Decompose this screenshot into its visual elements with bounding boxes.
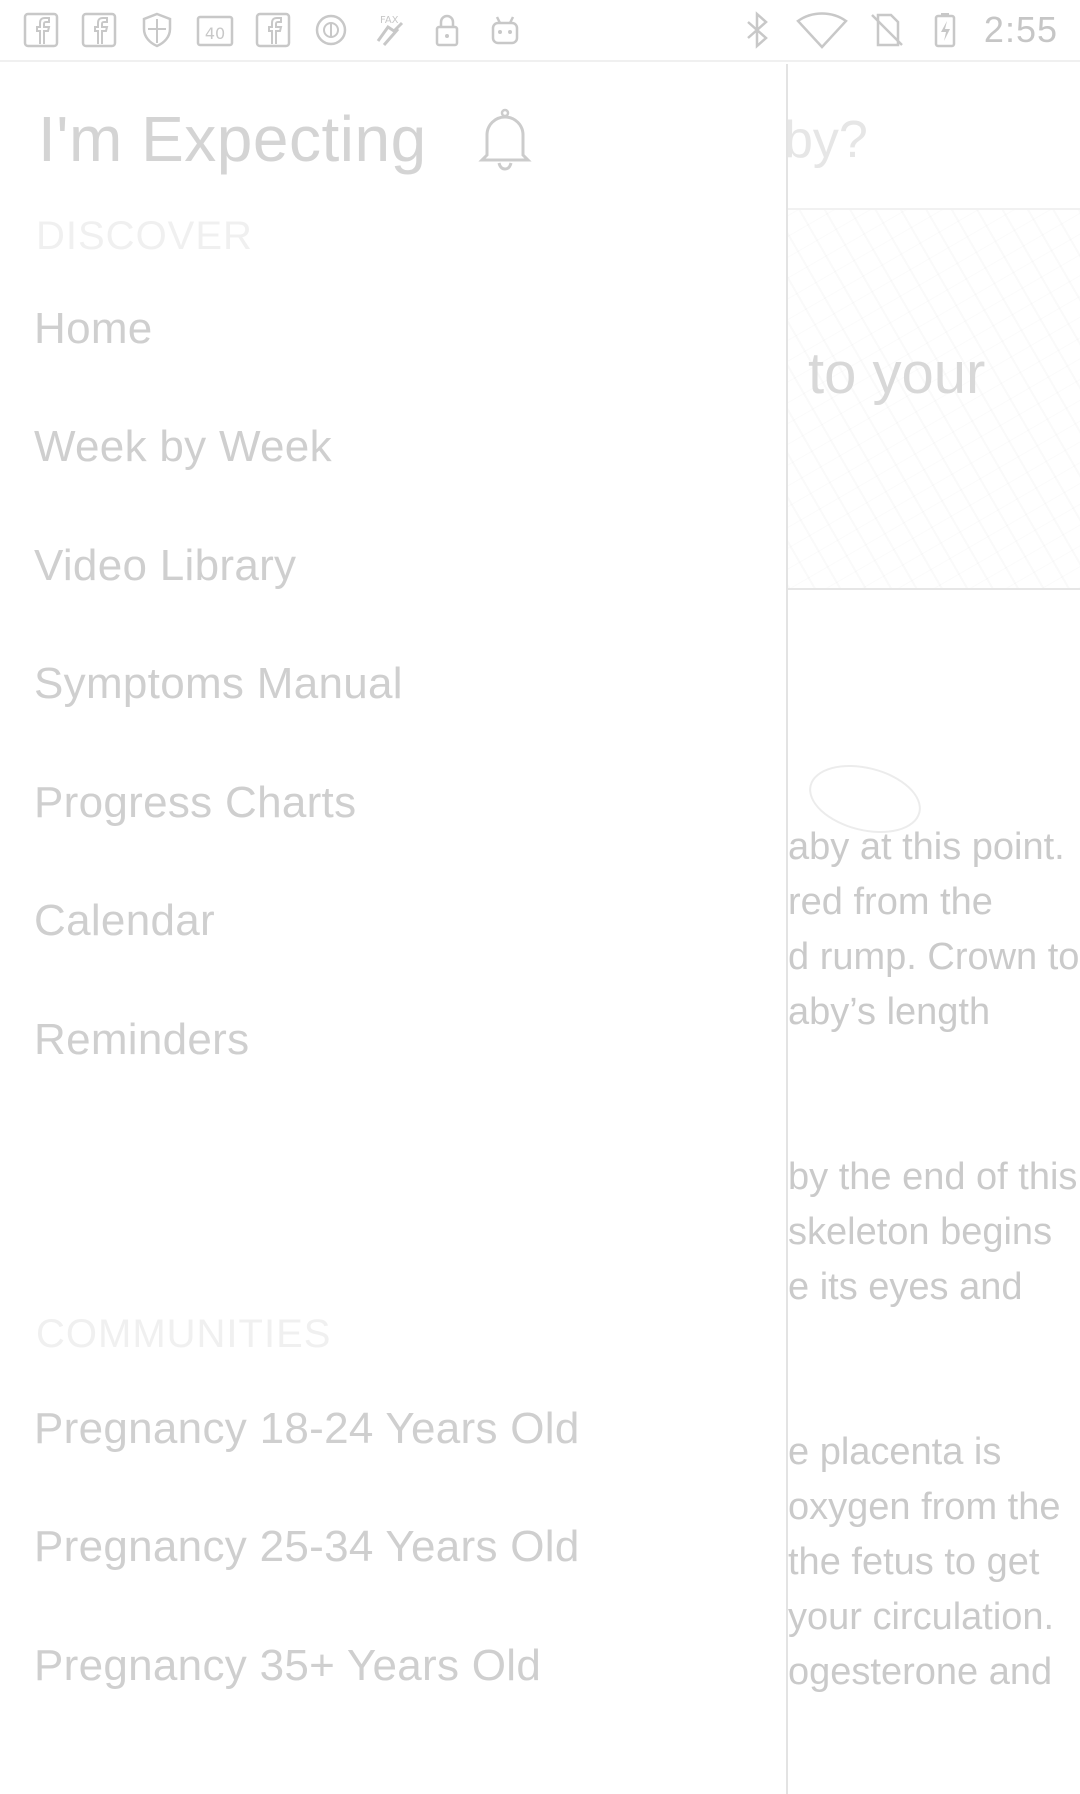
text-line: red from the <box>788 881 993 923</box>
text-line: e its eyes and <box>788 1266 1023 1308</box>
background-paragraph: aby at this point. red from the d rump. … <box>788 820 1079 1040</box>
text-line: skeleton begins <box>788 1211 1053 1253</box>
background-page: by? to your aby at this point. red from … <box>788 62 1080 1794</box>
nav-item-home[interactable]: Home <box>34 304 153 354</box>
battery-charging-icon <box>926 11 964 49</box>
svg-text:40: 40 <box>205 24 225 43</box>
text-line: ogesterone and <box>788 1651 1053 1693</box>
notification-bell-icon[interactable] <box>469 103 541 175</box>
facebook-icon <box>22 11 60 49</box>
text-line: aby at this point. <box>788 826 1065 868</box>
text-line: your circulation. <box>788 1596 1055 1638</box>
background-paragraph: e placenta is oxygen from the the fetus … <box>788 1425 1060 1700</box>
no-sim-icon <box>868 11 906 49</box>
fax-icon: FAX <box>370 11 408 49</box>
nav-item-pregnancy-25-34[interactable]: Pregnancy 25-34 Years Old <box>34 1522 580 1572</box>
nav-item-pregnancy-35-plus[interactable]: Pregnancy 35+ Years Old <box>34 1641 541 1691</box>
wifi-icon <box>796 11 848 49</box>
calendar-40-icon: 40 <box>196 11 234 49</box>
background-paragraph: by the end of this skeleton begins e its… <box>788 1150 1077 1315</box>
navigation-drawer: I'm Expecting DISCOVER Home Week by Week… <box>0 64 788 1794</box>
nav-item-calendar[interactable]: Calendar <box>34 896 215 946</box>
nav-item-progress-charts[interactable]: Progress Charts <box>34 778 356 828</box>
lock-icon <box>428 11 466 49</box>
nav-item-pregnancy-18-24[interactable]: Pregnancy 18-24 Years Old <box>34 1404 580 1454</box>
background-hero-text: to your <box>808 341 986 406</box>
shield-icon <box>138 11 176 49</box>
text-line: the fetus to get <box>788 1541 1040 1583</box>
target-icon <box>312 11 350 49</box>
drawer-header: I'm Expecting <box>38 102 541 176</box>
status-bar: 40 FAX 2:55 <box>0 0 1080 62</box>
clock-time: 2:55 <box>983 9 1058 50</box>
nav-item-symptoms-manual[interactable]: Symptoms Manual <box>34 659 403 709</box>
section-label-discover: DISCOVER <box>36 214 253 258</box>
notification-icons: 40 FAX <box>22 11 524 49</box>
section-label-communities: COMMUNITIES <box>36 1312 332 1356</box>
facebook-icon <box>80 11 118 49</box>
text-line: e placenta is <box>788 1431 1002 1473</box>
text-line: d rump. Crown to <box>788 936 1080 978</box>
background-hero-banner: to your <box>788 208 1080 590</box>
nav-item-reminders[interactable]: Reminders <box>34 1015 249 1065</box>
nav-item-week-by-week[interactable]: Week by Week <box>34 422 332 472</box>
background-page-title: by? <box>788 111 868 169</box>
system-icons: 2:55 <box>738 9 1058 51</box>
bluetooth-icon <box>738 11 776 49</box>
facebook-icon <box>254 11 292 49</box>
android-icon <box>486 11 524 49</box>
app-title: I'm Expecting <box>38 103 427 175</box>
text-line: oxygen from the <box>788 1486 1061 1528</box>
nav-item-video-library[interactable]: Video Library <box>34 541 296 591</box>
text-line: aby’s length <box>788 991 991 1033</box>
text-line: by the end of this <box>788 1156 1078 1198</box>
svg-text:FAX: FAX <box>380 15 399 26</box>
